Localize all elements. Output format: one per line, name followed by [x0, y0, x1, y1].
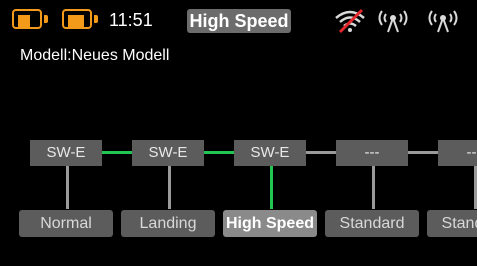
phase-button-standard[interactable]: Standard — [325, 210, 419, 237]
switch-connector-line — [204, 151, 234, 154]
phase-connector-line — [270, 166, 273, 209]
phase-button-standard-2[interactable]: Standard — [427, 210, 477, 237]
phase-switch-box[interactable]: --- — [438, 140, 477, 166]
phase-button-landing[interactable]: Landing — [121, 210, 215, 237]
phase-switch-box[interactable]: SW-E — [132, 140, 204, 166]
switch-connector-line — [306, 151, 336, 154]
phase-button-normal[interactable]: Normal — [19, 210, 113, 237]
phase-switch-box[interactable]: SW-E — [234, 140, 306, 166]
phase-switch-box[interactable]: --- — [336, 140, 408, 166]
phase-button-high-speed[interactable]: High Speed — [223, 210, 317, 237]
switch-connector-line — [102, 151, 132, 154]
switch-connector-line — [408, 151, 438, 154]
phase-switch-box[interactable]: SW-E — [30, 140, 102, 166]
phase-connector-line — [66, 166, 69, 209]
phase-connector-line — [168, 166, 171, 209]
phase-chain: SW-E SW-E SW-E --- --- Normal Landing Hi… — [0, 0, 477, 266]
phase-connector-line — [372, 166, 375, 209]
